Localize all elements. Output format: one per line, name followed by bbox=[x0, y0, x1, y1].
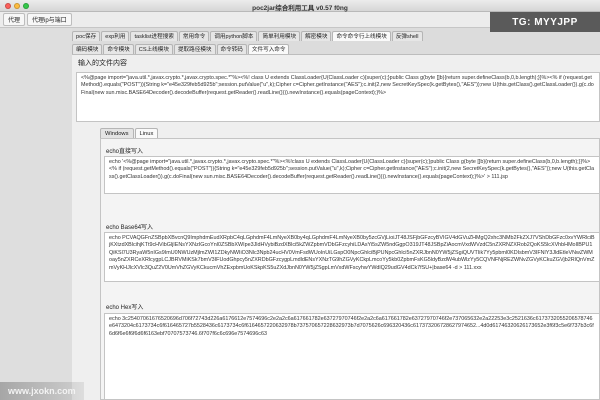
echo-direct-output[interactable]: echo '<%@page import="java.util.*,javax.… bbox=[104, 156, 600, 194]
tab-file-write-command[interactable]: 文件写入命令 bbox=[247, 44, 290, 54]
os-tab-row: Windows Linux bbox=[100, 128, 159, 138]
tab-cs-online[interactable]: CS上线模块 bbox=[134, 44, 173, 54]
watermark-bottom: www.jxokn.com bbox=[0, 382, 84, 400]
menu-bar: 代理 代理ip与端口 bbox=[0, 12, 490, 28]
echo-hex-label: echo Hex写入 bbox=[106, 305, 144, 311]
watermark-top: TG: MYYJPP bbox=[490, 12, 600, 32]
tab-poc-save[interactable]: poc保存 bbox=[72, 31, 101, 41]
title-bar: poc2jar综合利用工具 v0.57 f0ng bbox=[0, 0, 600, 12]
tab-linux[interactable]: Linux bbox=[134, 128, 159, 138]
echo-direct-label: echo直接写入 bbox=[106, 149, 144, 155]
tab-encode[interactable]: 编码模块 bbox=[72, 44, 103, 54]
menu-proxy[interactable]: 代理 bbox=[3, 13, 26, 26]
tab-command-transcode[interactable]: 命令转码 bbox=[216, 44, 247, 54]
left-gutter bbox=[0, 28, 72, 400]
main-tab-row: poc保存 exp利用 tasklist进程搜索 常用命令 调用python脚本… bbox=[0, 30, 423, 41]
tab-command-online[interactable]: 命令命令行上线模块 bbox=[332, 31, 391, 41]
menu-proxy-ip-port[interactable]: 代理ip与端口 bbox=[27, 13, 72, 26]
tab-command[interactable]: 命令模块 bbox=[103, 44, 134, 54]
tab-simple-exploit[interactable]: 简单利用模块 bbox=[258, 31, 301, 41]
echo-base64-output[interactable]: echo PCVAQGFnZSBpbXBvcnQ9ImphdmEudXRpbC4… bbox=[104, 232, 600, 282]
tab-common-commands[interactable]: 常用命令 bbox=[178, 31, 210, 41]
tab-decrypt[interactable]: 解密模块 bbox=[301, 31, 332, 41]
tab-python-script[interactable]: 调用python脚本 bbox=[210, 31, 258, 41]
window-title: poc2jar综合利用工具 v0.57 f0ng bbox=[252, 5, 348, 12]
sub-tab-row: 编码模块 命令模块 CS上线模块 提取路径模块 命令转码 文件写入命令 bbox=[0, 43, 290, 54]
echo-base64-label: echo Base64写入 bbox=[106, 225, 154, 231]
tab-exp-use[interactable]: exp利用 bbox=[101, 31, 130, 41]
input-content-textarea[interactable]: <%@page import="java.util.*,javax.crypto… bbox=[76, 72, 600, 122]
tab-windows[interactable]: Windows bbox=[100, 128, 134, 138]
input-content-label: 输入的文件内容 bbox=[78, 60, 127, 67]
echo-hex-output[interactable]: echo 3c25407061676520696d706f72743d226a6… bbox=[104, 313, 600, 400]
tab-tasklist-search[interactable]: tasklist进程搜索 bbox=[130, 31, 178, 41]
tab-extract-path[interactable]: 提取路径模块 bbox=[173, 44, 216, 54]
tab-reverse-shell[interactable]: 反弹shell bbox=[391, 31, 423, 41]
